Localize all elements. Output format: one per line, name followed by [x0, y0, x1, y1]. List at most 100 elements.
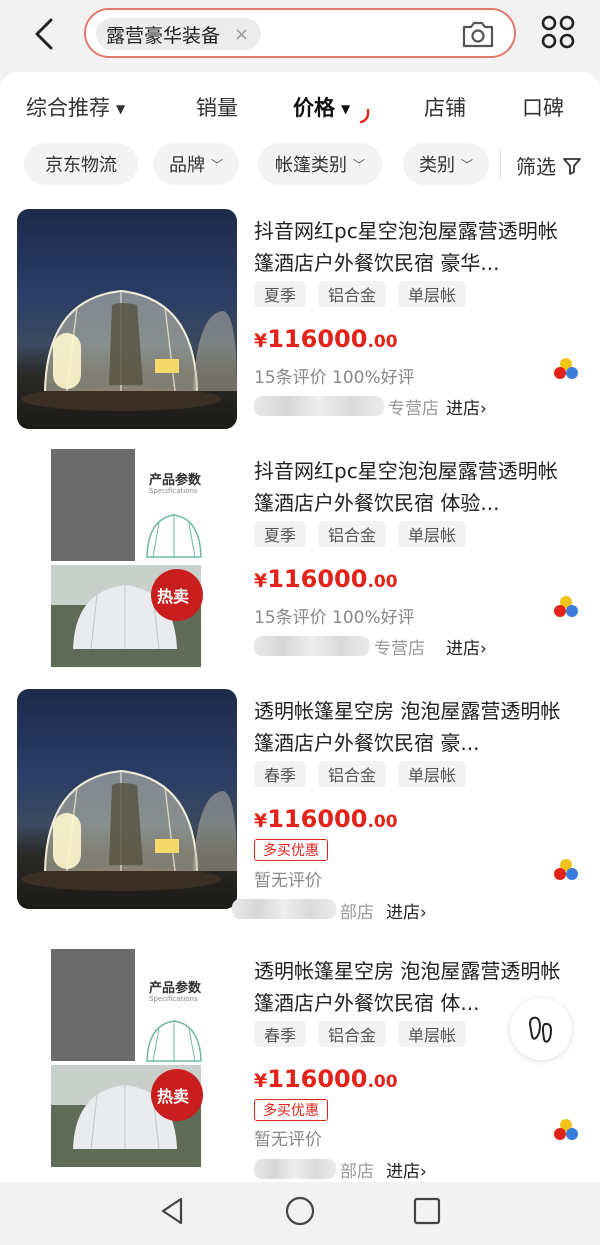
colorful-dots-icon[interactable] [553, 857, 579, 883]
product-card[interactable]: 抖音网红pc星空泡泡屋露营透明帐篷酒店户外餐饮民宿 豪华... 夏季 铝合金 单… [0, 209, 600, 449]
product-image-night-dome[interactable] [17, 209, 237, 429]
price-symbol: ¥ [254, 810, 268, 832]
chevron-down-icon: ﹀ [210, 157, 223, 172]
price-main: 116000 [267, 805, 368, 833]
product-reviews: 暂无评价 [254, 1130, 322, 1150]
shop-name-visible[interactable]: 专营店 [388, 394, 439, 419]
caret-down-icon: ▼ [341, 102, 351, 116]
filter-screen-button[interactable]: 筛选 [516, 151, 582, 180]
enter-shop-link[interactable]: 进店› [386, 1157, 427, 1182]
shop-name-visible[interactable]: 部店 [340, 1157, 374, 1182]
tab-shop[interactable]: 店铺 [424, 92, 466, 122]
hot-sale-badge: 热卖 [157, 587, 190, 606]
product-reviews: 15条评价 100%好评 [254, 368, 415, 388]
shop-name-visible[interactable]: 专营店 [374, 634, 425, 659]
product-tags: 春季 铝合金 单层帐 [254, 1021, 478, 1047]
tag: 单层帐 [398, 1021, 467, 1047]
tab-label: 店铺 [424, 96, 466, 120]
product-image-spec-sheet[interactable]: 产品参数 Specifications 热卖 [17, 449, 237, 669]
product-card[interactable]: 透明帐篷星空房 泡泡屋露营透明帐篷酒店户外餐饮民宿 豪... 春季 铝合金 单层… [0, 689, 600, 929]
filter-screen-label: 筛选 [516, 155, 556, 179]
filter-label: 帐篷类别 [274, 155, 347, 176]
product-price: ¥116000.00 [254, 565, 398, 593]
tab-comprehensive[interactable]: 综合推荐 ▼ [26, 92, 125, 122]
price-main: 116000 [267, 325, 368, 353]
blurred-shop-name [232, 899, 336, 919]
tag: 夏季 [254, 281, 307, 307]
price-decimal: .00 [367, 572, 398, 592]
tag: 铝合金 [318, 281, 387, 307]
enter-shop-link[interactable]: 进店› [386, 898, 427, 923]
blurred-shop-name [254, 636, 370, 656]
tag: 单层帐 [398, 761, 467, 787]
grid-menu-icon[interactable] [540, 14, 576, 50]
colorful-dots-icon[interactable] [553, 594, 579, 620]
enter-shop-link[interactable]: 进店› [446, 634, 487, 659]
nav-recents-icon[interactable] [410, 1194, 444, 1228]
product-reviews: 15条评价 100%好评 [254, 608, 415, 628]
tab-label: 销量 [196, 96, 238, 120]
price-symbol: ¥ [254, 570, 268, 592]
tab-label: 口碑 [522, 96, 564, 120]
blurred-shop-name [254, 396, 384, 416]
tab-price[interactable]: 价格 ▼ [293, 92, 370, 124]
tab-label: 综合推荐 [26, 96, 110, 120]
filter-funnel-icon [563, 157, 581, 175]
filter-jd-logistics[interactable]: 京东物流 [24, 143, 138, 185]
tag: 春季 [254, 761, 307, 787]
product-image-night-dome[interactable] [17, 689, 237, 909]
filter-label: 京东物流 [45, 155, 117, 176]
product-tags: 春季 铝合金 单层帐 [254, 761, 478, 787]
nav-home-icon[interactable] [283, 1194, 317, 1228]
nav-back-icon[interactable] [156, 1194, 190, 1228]
tag: 单层帐 [398, 521, 467, 547]
filter-label: 品牌 [168, 155, 205, 176]
tag: 铝合金 [318, 521, 387, 547]
sort-tabs: 综合推荐 ▼ 销量 价格 ▼ 店铺 口碑 [0, 92, 600, 128]
product-title[interactable]: 抖音网红pc星空泡泡屋露营透明帐篷酒店户外餐饮民宿 体验... [254, 455, 574, 519]
price-main: 116000 [267, 565, 368, 593]
filter-tent-type[interactable]: 帐篷类别 ﹀ [258, 143, 382, 185]
colorful-dots-icon[interactable] [553, 356, 579, 382]
price-symbol: ¥ [254, 1070, 268, 1092]
tab-label: 价格 [293, 96, 335, 120]
top-bar: 露营豪华装备 × [0, 0, 600, 72]
product-card[interactable]: 产品参数 Specifications 热卖 抖音网红pc星空泡泡屋露营透明帐篷… [0, 449, 600, 689]
sort-direction-icon [359, 108, 370, 124]
tag: 夏季 [254, 521, 307, 547]
product-card[interactable]: 产品参数 Specifications 热卖 透明帐篷星空房 泡泡屋露营透明帐篷… [0, 949, 600, 1189]
promo-badge: 多买优惠 [254, 839, 328, 861]
product-price: ¥116000.00 [254, 1065, 398, 1093]
back-arrow-icon[interactable] [26, 14, 62, 54]
filter-category[interactable]: 类别 ﹀ [403, 143, 489, 185]
browse-history-button[interactable] [510, 998, 572, 1060]
price-symbol: ¥ [254, 330, 268, 352]
blurred-shop-name [254, 1159, 336, 1179]
tab-sales[interactable]: 销量 [196, 92, 238, 122]
tag: 铝合金 [318, 761, 387, 787]
hot-sale-badge: 热卖 [157, 1087, 190, 1106]
product-title[interactable]: 抖音网红pc星空泡泡屋露营透明帐篷酒店户外餐饮民宿 豪华... [254, 215, 574, 279]
product-tags: 夏季 铝合金 单层帐 [254, 281, 478, 307]
shop-name-visible[interactable]: 部店 [340, 898, 374, 923]
clear-chip-icon[interactable]: × [234, 24, 249, 45]
product-title[interactable]: 透明帐篷星空房 泡泡屋露营透明帐篷酒店户外餐饮民宿 豪... [254, 695, 574, 759]
colorful-dots-icon[interactable] [553, 1117, 579, 1143]
product-price: ¥116000.00 [254, 325, 398, 353]
product-image-spec-sheet[interactable]: 产品参数 Specifications 热卖 [17, 949, 237, 1169]
search-input[interactable]: 露营豪华装备 × [84, 8, 516, 58]
product-reviews: 暂无评价 [254, 871, 322, 891]
promo-badge: 多买优惠 [254, 1099, 328, 1121]
search-query-chip[interactable]: 露营豪华装备 × [96, 18, 262, 50]
price-decimal: .00 [367, 812, 398, 832]
tag: 春季 [254, 1021, 307, 1047]
camera-icon[interactable] [460, 18, 496, 50]
footprint-icon [528, 1016, 553, 1043]
tab-reputation[interactable]: 口碑 [522, 92, 564, 122]
product-price: ¥116000.00 [254, 805, 398, 833]
filter-label: 类别 [418, 155, 455, 176]
filter-brand[interactable]: 品牌 ﹀ [153, 143, 239, 185]
product-tags: 夏季 铝合金 单层帐 [254, 521, 478, 547]
chevron-down-icon: ﹀ [352, 157, 365, 172]
enter-shop-link[interactable]: 进店› [446, 394, 487, 419]
